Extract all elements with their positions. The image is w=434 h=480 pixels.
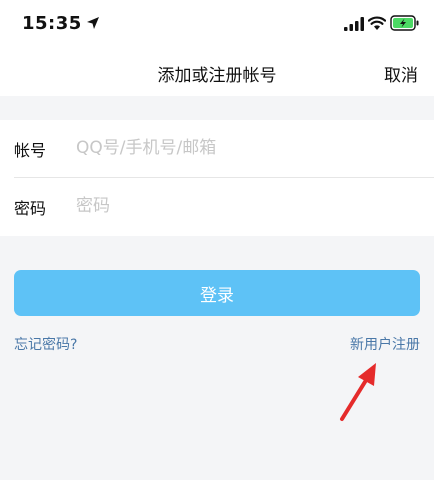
- forgot-password-link[interactable]: 忘记密码?: [14, 334, 77, 354]
- nav-bar: 添加或注册帐号 取消: [0, 52, 434, 96]
- account-input[interactable]: [76, 133, 416, 163]
- wifi-icon: [368, 16, 386, 30]
- signal-icon: [344, 17, 364, 31]
- page-title: 添加或注册帐号: [157, 66, 277, 86]
- cancel-button[interactable]: 取消: [384, 61, 418, 86]
- password-label: 密码: [14, 199, 47, 218]
- status-time: 15:35: [22, 13, 82, 34]
- account-row: 帐号: [0, 120, 434, 178]
- status-bar: 15:35: [0, 0, 434, 52]
- location-arrow-icon: [87, 17, 99, 29]
- login-button[interactable]: 登录: [14, 270, 420, 316]
- red-arrow-annotation-icon: [340, 363, 376, 421]
- login-form: 帐号 密码: [0, 120, 434, 236]
- account-label: 帐号: [14, 141, 47, 160]
- new-user-register-link[interactable]: 新用户注册: [350, 334, 420, 354]
- password-row: 密码: [0, 178, 434, 236]
- password-input[interactable]: [76, 191, 416, 221]
- battery-charging-icon: [390, 15, 419, 31]
